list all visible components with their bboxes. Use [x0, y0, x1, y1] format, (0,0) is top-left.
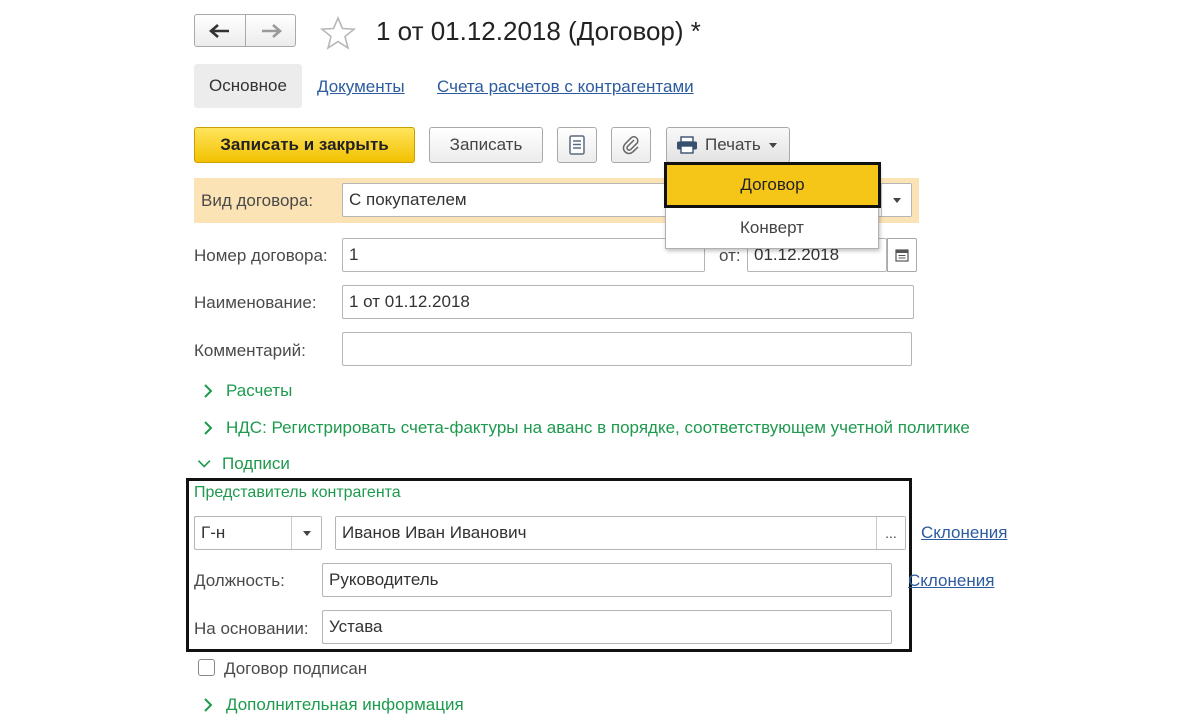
tab-settlement-accounts[interactable]: Счета расчетов с контрагентами [437, 77, 694, 97]
calendar-icon [895, 249, 909, 262]
printer-icon [677, 136, 697, 154]
tab-main[interactable]: Основное [194, 64, 302, 108]
representative-select-button[interactable]: ... [876, 517, 905, 549]
basis-label: На основании: [194, 619, 309, 638]
section-additional-label: Дополнительная информация [226, 695, 464, 714]
section-signatures-label: Подписи [222, 454, 290, 473]
chevron-down-icon [197, 460, 211, 468]
chevron-right-icon [204, 698, 213, 712]
comment-label: Комментарий: [194, 341, 306, 360]
chevron-down-icon [892, 197, 901, 203]
contract-type-dropdown-button[interactable] [881, 184, 911, 216]
section-additional[interactable]: Дополнительная информация [200, 695, 464, 715]
save-and-close-button[interactable]: Записать и закрыть [194, 127, 415, 163]
representative-name-input[interactable]: Иванов Иван Иванович [335, 516, 906, 550]
comment-input[interactable] [342, 332, 912, 366]
nav-forward-button[interactable] [245, 14, 296, 47]
arrow-right-icon [261, 23, 282, 38]
name-label: Наименование: [194, 293, 317, 312]
save-button[interactable]: Записать [429, 127, 543, 163]
salutation-dropdown-button[interactable] [291, 517, 321, 549]
chevron-down-icon [768, 142, 777, 148]
favorite-star-button[interactable] [319, 15, 357, 50]
paperclip-icon [622, 136, 639, 155]
document-list-button[interactable] [557, 127, 597, 163]
document-list-icon [569, 135, 585, 155]
declension-link[interactable]: Склонения [921, 523, 1007, 543]
representative-name-value: Иванов Иван Иванович [342, 523, 527, 542]
tab-documents[interactable]: Документы [317, 77, 405, 97]
calendar-button[interactable] [887, 238, 917, 272]
signed-checkbox-label[interactable]: Договор подписан [224, 659, 367, 679]
print-button[interactable]: Печать [666, 127, 790, 163]
position-declension-link[interactable]: Склонения [908, 571, 994, 591]
section-signatures[interactable]: Подписи [196, 454, 290, 474]
contract-type-value: С покупателем [349, 190, 467, 209]
attachment-button[interactable] [611, 127, 651, 163]
salutation-value: Г-н [201, 523, 226, 542]
nav-back-button[interactable] [194, 14, 246, 47]
print-menu-item-contract[interactable]: Договор [664, 162, 881, 208]
contract-number-label: Номер договора: [194, 246, 328, 265]
print-menu-item-envelope[interactable]: Конверт [666, 208, 878, 248]
position-label: Должность: [194, 571, 285, 590]
page-title: 1 от 01.12.2018 (Договор) * [376, 16, 701, 46]
contract-type-label: Вид договора: [201, 191, 314, 210]
signed-checkbox[interactable] [198, 659, 215, 676]
chevron-down-icon [302, 530, 311, 536]
contract-number-input[interactable]: 1 [342, 238, 705, 272]
arrow-left-icon [209, 23, 229, 38]
section-settlements-label: Расчеты [226, 381, 293, 400]
basis-input[interactable]: Устава [322, 610, 892, 644]
name-input[interactable]: 1 от 01.12.2018 [342, 285, 914, 319]
star-icon [319, 15, 357, 50]
chevron-right-icon [204, 384, 213, 398]
section-vat-label: НДС: Регистрировать счета-фактуры на ава… [226, 418, 970, 437]
position-input[interactable]: Руководитель [322, 563, 892, 597]
section-settlements[interactable]: Расчеты [200, 381, 292, 401]
chevron-right-icon [204, 421, 213, 435]
date-label: от: [719, 246, 741, 265]
representative-title: Представитель контрагента [194, 484, 401, 501]
print-button-label: Печать [705, 135, 761, 154]
section-vat[interactable]: НДС: Регистрировать счета-фактуры на ава… [200, 418, 970, 438]
